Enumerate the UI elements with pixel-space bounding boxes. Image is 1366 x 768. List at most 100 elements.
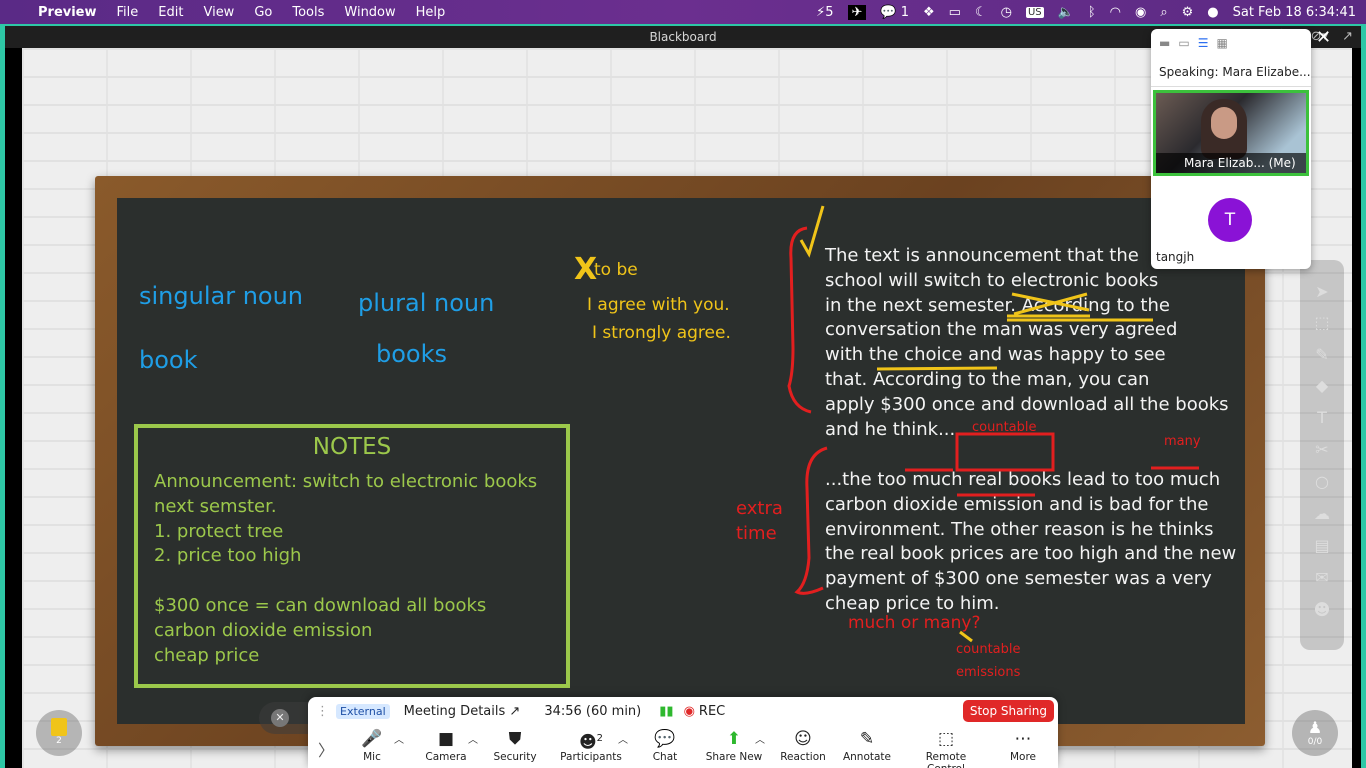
zoom-tray-icon[interactable]: ✈ <box>847 4 867 20</box>
notes-line: $300 once = can download all books <box>154 594 487 616</box>
paragraph-2: ...the too much real books lead to too m… <box>825 468 1236 617</box>
input-source[interactable]: US <box>1025 6 1044 18</box>
text-icon[interactable]: T <box>1311 408 1333 430</box>
singular-noun-label: singular noun <box>139 282 304 310</box>
page-button[interactable]: 2 <box>36 710 82 756</box>
shape-icon[interactable]: ○ <box>1311 472 1333 494</box>
agree-line-1: I agree with you. <box>587 295 730 315</box>
para1-line: school will switch to electronic books <box>825 269 1159 291</box>
active-view-icon[interactable]: ☰ <box>1198 36 1209 50</box>
mic-options-caret[interactable]: ︿ <box>394 731 404 746</box>
para2-line: payment of $300 one semester was a very <box>825 568 1212 590</box>
meeting-details-link[interactable]: Meeting Details ↗ <box>404 704 521 719</box>
siri-icon[interactable]: ● <box>1207 5 1218 20</box>
participants-options-caret[interactable]: ︿ <box>618 731 628 746</box>
menu-window[interactable]: Window <box>334 5 405 20</box>
blackboard: singular noun plural noun book books X t… <box>117 198 1245 724</box>
bluetooth-icon[interactable]: ᛒ <box>1088 5 1096 20</box>
speaking-label: Speaking: <box>1159 65 1219 79</box>
plural-noun-label: plural noun <box>358 289 495 317</box>
battery-icon[interactable]: ▭ <box>949 5 961 20</box>
avatar[interactable]: T <box>1208 198 1252 242</box>
wechat-icon[interactable]: 💬 1 <box>880 5 909 20</box>
presenter-button[interactable]: ♟ 0/0 <box>1292 710 1338 756</box>
briefcase-icon[interactable]: ▤ <box>1311 536 1333 558</box>
menubar-datetime[interactable]: Sat Feb 18 6:34:41 <box>1233 5 1356 20</box>
share-options-caret[interactable]: ︿ <box>755 731 765 746</box>
moon-icon[interactable]: ☾ <box>975 5 987 20</box>
menu-bar: Preview File Edit View Go Tools Window H… <box>0 0 1366 24</box>
people-icon[interactable]: ☻ <box>1311 600 1333 622</box>
control-center-icon[interactable]: ⚙ <box>1182 5 1194 20</box>
select-icon[interactable]: ⬚ <box>1311 313 1333 335</box>
security-button[interactable]: ⛊ Security <box>480 727 550 763</box>
chat-icon: 💬 <box>654 729 676 749</box>
menu-help[interactable]: Help <box>406 5 456 20</box>
minimize-icon[interactable]: ▬ <box>1159 36 1170 50</box>
signal-icon: ▮▮ <box>659 703 674 719</box>
speaker-view-icon[interactable]: ▭ <box>1178 36 1189 50</box>
external-badge: External <box>336 703 390 719</box>
participants-button[interactable]: ☻2 Participants <box>556 727 626 763</box>
extra-time-note-2: time <box>736 523 777 544</box>
menu-view[interactable]: View <box>193 5 244 20</box>
stop-sharing-button[interactable]: Stop Sharing <box>962 700 1054 722</box>
dropbox-icon[interactable]: ❖ <box>923 5 935 20</box>
view-switcher: ▬ ▭ ☰ ▦ <box>1151 29 1311 57</box>
control-buttons: 〉 🎤 Mic ︿ ■ Camera ︿ ⛊ Security ☻2 Parti… <box>308 727 1058 768</box>
countable-note: countable <box>972 420 1037 435</box>
para1-line: in the next semester. According to the <box>825 294 1170 316</box>
expand-chevron-icon[interactable]: 〉 <box>318 737 334 761</box>
pointer-icon[interactable]: ➤ <box>1311 282 1333 304</box>
close-icon[interactable]: ✕ <box>1316 27 1331 48</box>
para1-line: with the choice and was happy to see <box>825 344 1166 366</box>
chat-button[interactable]: 💬 Chat <box>630 727 700 763</box>
paragraph-1: The text is announcement that the school… <box>825 244 1229 442</box>
notes-box: NOTES Announcement: switch to electronic… <box>134 424 570 688</box>
annotate-button[interactable]: ✎ Annotate <box>832 727 902 763</box>
camera-options-caret[interactable]: ︿ <box>468 731 478 746</box>
remote-control-button[interactable]: ⬚ Remote Control <box>906 727 986 768</box>
participant-name: tangjh <box>1152 248 1199 266</box>
status-app-icon[interactable]: ⚡5 <box>816 5 833 20</box>
menu-file[interactable]: File <box>107 5 149 20</box>
menu-app-name[interactable]: Preview <box>28 5 107 20</box>
drag-handle-icon[interactable]: ⋮ <box>316 704 329 719</box>
comment-icon[interactable]: ✉ <box>1311 568 1333 590</box>
rec-label[interactable]: REC <box>699 704 725 719</box>
close-icon[interactable]: ✕ <box>271 709 289 727</box>
para2-line: environment. The other reason is he thin… <box>825 518 1214 540</box>
clock-icon[interactable]: ◷ <box>1001 5 1012 20</box>
notes-line: 1. protect tree <box>154 520 284 542</box>
slide-icon <box>51 718 67 736</box>
self-video-tile[interactable]: Mara Elizab... (Me) <box>1153 90 1309 176</box>
arrow-icon[interactable]: ↗ <box>1342 26 1353 48</box>
para1-line: apply $300 once and download all the boo… <box>825 393 1229 415</box>
para2-line: the real book prices are too high and th… <box>825 543 1237 565</box>
user-icon[interactable]: ◉ <box>1135 5 1146 20</box>
volume-icon[interactable]: 🔈 <box>1058 5 1074 20</box>
more-button[interactable]: ⋯ More <box>988 727 1058 763</box>
pen-icon[interactable]: ✎ <box>1311 345 1333 367</box>
wifi-icon[interactable]: ◠ <box>1110 5 1121 20</box>
search-icon[interactable]: ⌕ <box>1160 5 1167 20</box>
shield-icon: ⛊ <box>508 729 522 749</box>
reaction-button[interactable]: ☺ Reaction <box>768 727 838 763</box>
cloud-icon[interactable]: ☁ <box>1311 504 1333 526</box>
bracket-2 <box>794 446 828 595</box>
to-be-label: to be <box>594 260 638 280</box>
book-label: book <box>139 346 198 374</box>
status-badge: 5 <box>825 4 834 20</box>
annotate-icon: ✎ <box>859 729 875 749</box>
notes-lines: Announcement: switch to electronic books… <box>154 470 537 668</box>
gallery-view-icon[interactable]: ▦ <box>1216 36 1227 50</box>
menu-tools[interactable]: Tools <box>282 5 334 20</box>
eraser-icon[interactable]: ◆ <box>1311 376 1333 398</box>
menu-edit[interactable]: Edit <box>148 5 193 20</box>
notes-line: Announcement: switch to electronic books <box>154 471 538 492</box>
scissors-icon[interactable]: ✂ <box>1311 440 1333 462</box>
bracket-1 <box>787 226 812 414</box>
menu-go[interactable]: Go <box>244 5 282 20</box>
countable-emissions-note-1: countable <box>956 642 1021 657</box>
video-panel: ▬ ▭ ☰ ▦ Speaking: Mara Elizabe... Mara E… <box>1151 29 1311 269</box>
